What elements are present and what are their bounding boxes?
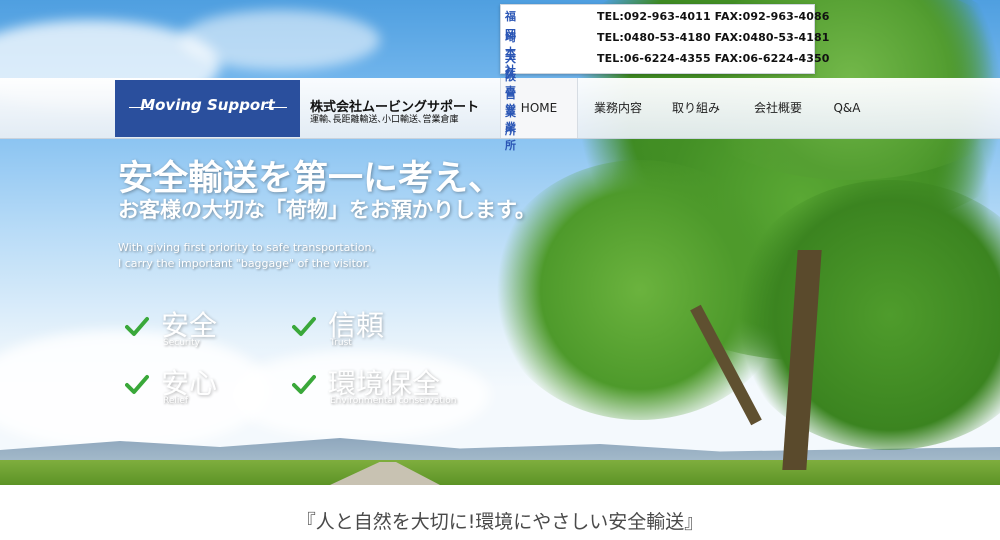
check-icon — [292, 375, 316, 394]
hero-english-line: I carry the important "baggage" of the v… — [118, 257, 370, 270]
hero-subheadline: お客様の大切な「荷物」をお預かりします。 — [118, 198, 536, 222]
logo-text: Moving Support — [140, 96, 275, 114]
nav-initiatives[interactable]: 取り組み — [660, 78, 732, 138]
office-phone-fax: TEL:092-963-4011 FAX:092-963-4086 — [597, 10, 830, 23]
office-phone-fax: TEL:06-6224-4355 FAX:06-6224-4350 — [597, 52, 830, 65]
feature-english: Trust — [330, 338, 352, 348]
nav-services[interactable]: 業務内容 — [582, 78, 654, 138]
check-icon — [292, 317, 316, 336]
contact-info-box: 福岡本社 TEL:092-963-4011 FAX:092-963-4086 埼… — [500, 4, 829, 152]
office-name: 大阪営業所 — [505, 52, 516, 137]
check-icon — [125, 375, 149, 394]
company-tagline: 運輸､長距離輸送､小口輸送､営業倉庫 — [310, 115, 459, 125]
nav-qa[interactable]: Q&A — [820, 78, 874, 138]
feature-english: Relief — [163, 396, 189, 406]
cloud — [180, 10, 380, 70]
office-phone-fax: TEL:0480-53-4180 FAX:0480-53-4181 — [597, 31, 830, 44]
check-icon — [125, 317, 149, 336]
nav-company-profile[interactable]: 会社概要 — [740, 78, 816, 138]
site-logo[interactable]: Moving Support — [115, 80, 300, 137]
site-header: Moving Support 株式会社ムービングサポート 運輸､長距離輸送､小口… — [0, 78, 1000, 139]
feature-english: Security — [163, 338, 200, 348]
slogan-heading: 『人と自然を大切に!環境にやさしい安全輸送』 — [296, 511, 704, 533]
feature-english: Environmental conservation — [330, 396, 457, 406]
logo-rule — [265, 107, 287, 108]
hero-english-line: With giving first priority to safe trans… — [118, 241, 375, 254]
